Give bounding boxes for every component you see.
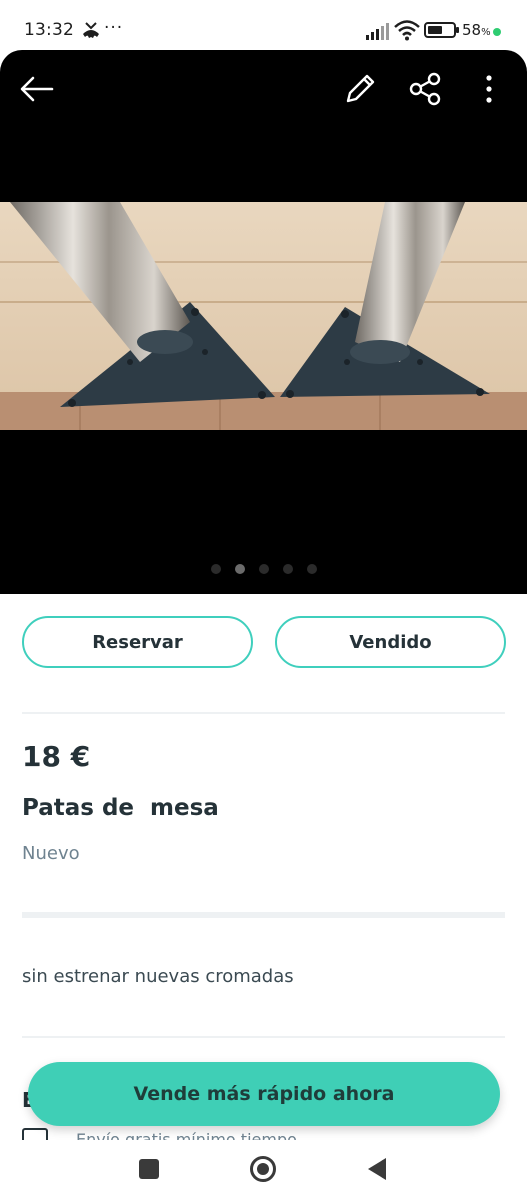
system-nav-bar <box>0 1140 527 1200</box>
back-triangle-icon[interactable] <box>368 1158 386 1180</box>
product-description: sin estrenar nuevas cromadas <box>22 966 294 987</box>
divider <box>22 712 505 714</box>
recents-square-icon[interactable] <box>139 1159 159 1179</box>
back-arrow-icon[interactable] <box>18 70 56 108</box>
pagination-dot[interactable] <box>306 564 317 574</box>
pagination-dot-active[interactable] <box>234 564 245 574</box>
section-divider <box>22 912 505 918</box>
more-vertical-icon[interactable] <box>474 70 504 108</box>
battery-icon <box>424 22 459 38</box>
signal-icon <box>366 23 389 40</box>
gallery-pagination[interactable] <box>0 564 527 578</box>
product-gallery[interactable] <box>0 50 527 594</box>
price: 18 € <box>22 740 91 773</box>
pagination-dot[interactable] <box>210 564 221 574</box>
wifi-icon <box>394 20 420 41</box>
notification-dot <box>493 28 501 36</box>
pagination-dot[interactable] <box>282 564 293 574</box>
condition-label: Nuevo <box>22 843 80 864</box>
missed-call-icon <box>83 22 99 38</box>
home-circle-icon[interactable] <box>250 1156 276 1182</box>
product-title: Patas de mesa <box>22 795 219 821</box>
sold-button[interactable]: Vendido <box>275 616 506 668</box>
product-photo[interactable] <box>0 202 527 430</box>
battery-percent: 58% <box>462 21 491 39</box>
reserve-button[interactable]: Reservar <box>22 616 253 668</box>
pagination-dot[interactable] <box>258 564 269 574</box>
status-time: 13:32 <box>24 20 74 40</box>
edit-pencil-icon[interactable] <box>340 69 380 109</box>
share-icon[interactable] <box>406 70 444 108</box>
status-more-dots: ··· <box>104 18 124 38</box>
divider <box>22 1036 505 1038</box>
sell-faster-button[interactable]: Vende más rápido ahora <box>28 1062 500 1126</box>
